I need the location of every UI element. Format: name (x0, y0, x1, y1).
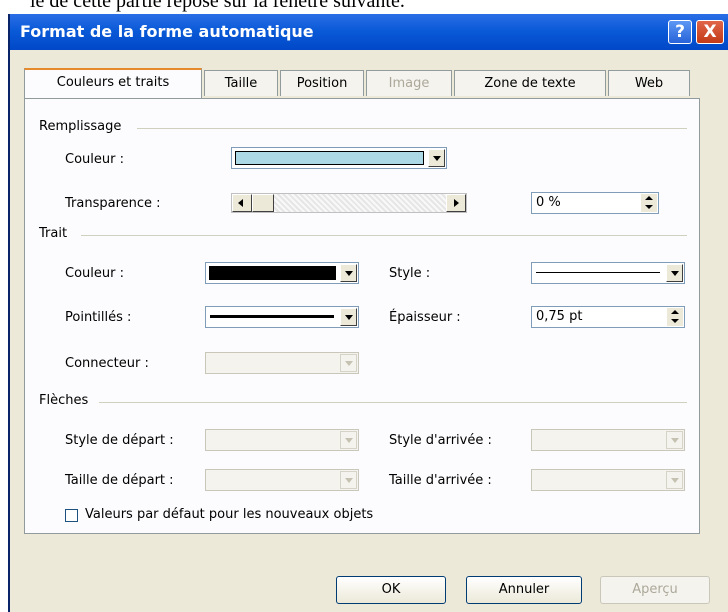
spin-buttons[interactable] (667, 308, 683, 326)
chevron-down-icon[interactable] (340, 308, 357, 326)
line-style-sample (536, 272, 660, 273)
transparency-slider[interactable] (231, 193, 467, 213)
begin-style-dropdown[interactable] (205, 429, 359, 451)
dash-label: Pointillés : (65, 310, 132, 325)
section-heading-fleches: Flèches (39, 393, 89, 408)
cancel-button[interactable]: Annuler (466, 576, 582, 604)
spin-up-icon[interactable] (645, 196, 653, 200)
section-heading-trait: Trait (39, 226, 68, 241)
tab-panel: Remplissage Couleur : Transparence : 0 %… (24, 98, 700, 534)
line-style-dropdown[interactable] (531, 262, 685, 284)
line-color-swatch (209, 266, 336, 280)
tab-couleurs-et-traits[interactable]: Couleurs et traits (24, 68, 202, 98)
connector-dropdown[interactable] (205, 352, 359, 374)
dialog-window: Format de la forme automatique ? X Coule… (8, 14, 728, 612)
chevron-down-icon[interactable] (340, 431, 357, 449)
line-color-dropdown[interactable] (205, 262, 359, 284)
tab-position[interactable]: Position (280, 70, 364, 96)
defaults-checkbox[interactable] (65, 509, 78, 522)
page-caption: le de cette partie repose sur la fenêtre… (30, 0, 405, 12)
dash-dropdown[interactable] (205, 306, 359, 328)
fill-color-label: Couleur : (65, 152, 124, 167)
end-size-dropdown[interactable] (531, 469, 685, 491)
ok-button[interactable]: OK (336, 576, 446, 604)
separator (99, 402, 687, 403)
chevron-down-icon[interactable] (340, 264, 357, 282)
transparency-value: 0 % (536, 195, 561, 210)
preview-button[interactable]: Aperçu (600, 576, 710, 604)
spin-buttons[interactable] (641, 194, 657, 212)
begin-size-dropdown[interactable] (205, 469, 359, 491)
scroll-left-icon[interactable] (232, 194, 252, 212)
fill-color-dropdown[interactable] (231, 147, 447, 169)
slider-thumb[interactable] (252, 194, 274, 212)
tab-taille[interactable]: Taille (204, 70, 278, 96)
end-style-label: Style d'arrivée : (389, 433, 492, 448)
fill-color-swatch (235, 151, 424, 165)
connector-label: Connecteur : (65, 356, 149, 371)
help-icon[interactable]: ? (668, 20, 692, 44)
title-bar[interactable]: Format de la forme automatique ? X (10, 14, 728, 50)
tab-zone-de-texte[interactable]: Zone de texte (454, 70, 606, 96)
transparency-spinner[interactable]: 0 % (531, 192, 659, 214)
chevron-down-icon[interactable] (666, 431, 683, 449)
spin-up-icon[interactable] (671, 310, 679, 314)
spin-down-icon[interactable] (671, 319, 679, 323)
chevron-down-icon[interactable] (340, 354, 357, 372)
scroll-right-icon[interactable] (446, 194, 466, 212)
defaults-checkbox-label[interactable]: Valeurs par défaut pour les nouveaux obj… (85, 507, 373, 522)
line-style-label: Style : (389, 266, 431, 281)
begin-style-label: Style de départ : (65, 433, 174, 448)
chevron-down-icon[interactable] (666, 264, 683, 282)
close-icon[interactable]: X (696, 20, 724, 44)
weight-spinner[interactable]: 0,75 pt (531, 306, 685, 328)
spin-down-icon[interactable] (645, 205, 653, 209)
chevron-down-icon[interactable] (666, 471, 683, 489)
end-style-dropdown[interactable] (531, 429, 685, 451)
dash-sample (210, 315, 334, 318)
weight-value: 0,75 pt (536, 309, 583, 324)
chevron-down-icon[interactable] (340, 471, 357, 489)
line-color-label: Couleur : (65, 266, 124, 281)
tab-web[interactable]: Web (608, 70, 690, 96)
tab-image[interactable]: Image (366, 70, 452, 96)
section-heading-remplissage: Remplissage (39, 119, 122, 134)
transparency-label: Transparence : (65, 196, 161, 211)
separator (81, 235, 687, 236)
separator (137, 128, 687, 129)
chevron-down-icon[interactable] (428, 149, 445, 167)
end-size-label: Taille d'arrivée : (389, 473, 492, 488)
weight-label: Épaisseur : (389, 310, 461, 325)
begin-size-label: Taille de départ : (65, 473, 174, 488)
dialog-title: Format de la forme automatique (20, 22, 314, 41)
